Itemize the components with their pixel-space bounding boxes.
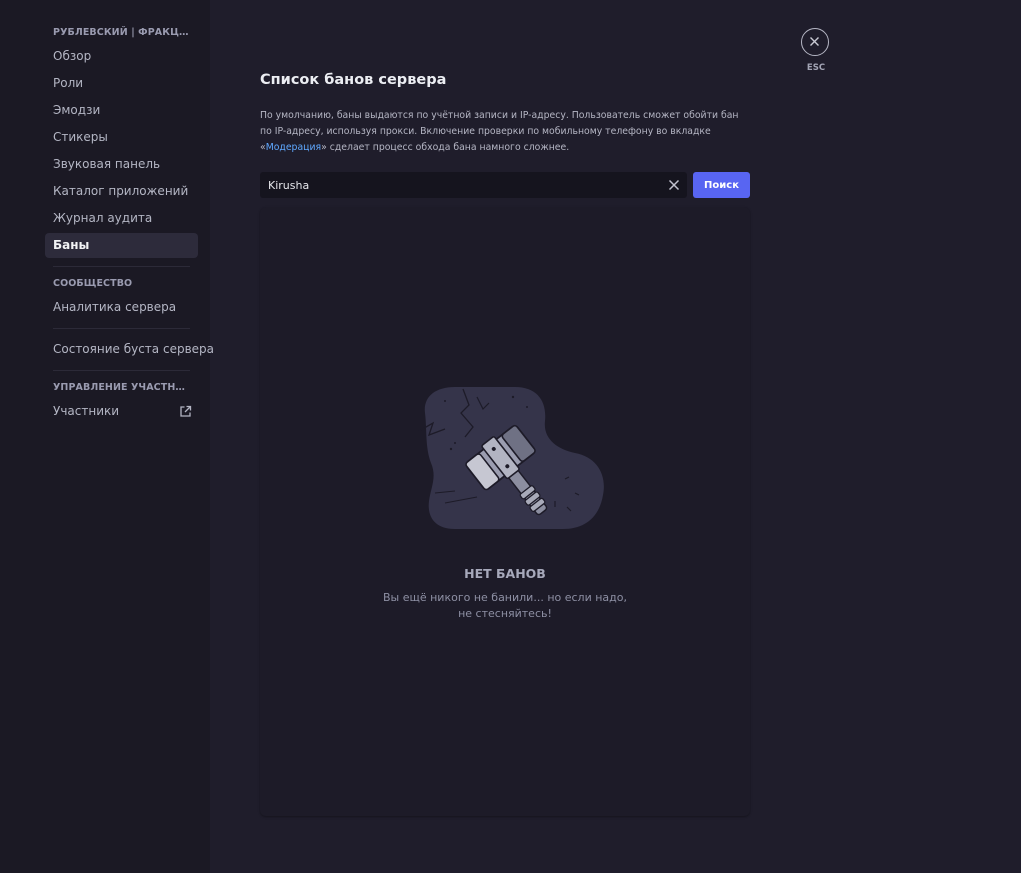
external-link-icon bbox=[180, 405, 192, 417]
empty-state-subtitle-line: не стесняйтесь! bbox=[458, 607, 552, 620]
sidebar-item-members[interactable]: Участники bbox=[45, 399, 198, 424]
sidebar-item-bans[interactable]: Баны bbox=[45, 233, 198, 258]
server-settings: РУБЛЕВСКИЙ | ФРАКЦИИ Обзор Роли Эмодзи С… bbox=[0, 0, 1021, 873]
search-button[interactable]: Поиск bbox=[693, 172, 750, 198]
sidebar-item-soundboard[interactable]: Звуковая панель bbox=[45, 152, 198, 177]
sidebar-item-audit-log[interactable]: Журнал аудита bbox=[45, 206, 198, 231]
close-icon[interactable] bbox=[667, 178, 681, 192]
empty-state-subtitle: Вы ещё никого не банили... но если надо,… bbox=[260, 590, 750, 622]
sidebar-header-member-management: УПРАВЛЕНИЕ УЧАСТНИКА... bbox=[53, 382, 198, 393]
empty-state-subtitle-line: Вы ещё никого не банили... но если надо, bbox=[382, 591, 627, 604]
sidebar-header-community: СООБЩЕСТВО bbox=[53, 278, 133, 289]
settings-sidebar: РУБЛЕВСКИЙ | ФРАКЦИИ Обзор Роли Эмодзи С… bbox=[0, 0, 214, 873]
sidebar-item-boost-status[interactable]: Состояние буста сервера bbox=[45, 337, 214, 362]
sidebar-item-server-insights[interactable]: Аналитика сервера bbox=[45, 295, 198, 320]
sidebar-item-label: Участники bbox=[53, 404, 120, 418]
sidebar-divider bbox=[53, 266, 190, 267]
moderation-link[interactable]: Модерация bbox=[266, 142, 321, 153]
close-icon bbox=[810, 37, 819, 46]
description-text: » сделает процесс обхода бана намного сл… bbox=[321, 142, 570, 153]
sidebar-item-emoji[interactable]: Эмодзи bbox=[45, 98, 198, 123]
ban-search-input[interactable] bbox=[260, 172, 650, 198]
sidebar-item-overview[interactable]: Обзор bbox=[45, 44, 198, 69]
sidebar-item-app-directory[interactable]: Каталог приложений bbox=[45, 179, 198, 204]
esc-label: ESC bbox=[806, 63, 826, 73]
bans-list-panel: НЕТ БАНОВ Вы ещё никого не банили... но … bbox=[260, 207, 750, 816]
sidebar-item-stickers[interactable]: Стикеры bbox=[45, 125, 198, 150]
ban-search-box bbox=[260, 172, 687, 198]
sidebar-divider bbox=[53, 370, 190, 371]
ban-search-row: Поиск bbox=[260, 172, 750, 198]
sidebar-header-server: РУБЛЕВСКИЙ | ФРАКЦИИ bbox=[53, 27, 196, 38]
close-settings-button[interactable] bbox=[801, 28, 829, 56]
empty-state-title: НЕТ БАНОВ bbox=[464, 566, 546, 581]
page-title: Список банов сервера bbox=[260, 72, 447, 88]
sidebar-item-roles[interactable]: Роли bbox=[45, 71, 198, 96]
page-description: По умолчанию, баны выдаются по учётной з… bbox=[260, 108, 750, 156]
sidebar-divider bbox=[53, 328, 190, 329]
ban-hammer-illustration bbox=[418, 387, 604, 529]
sidebar-content: РУБЛЕВСКИЙ | ФРАКЦИИ Обзор Роли Эмодзи С… bbox=[45, 26, 214, 426]
